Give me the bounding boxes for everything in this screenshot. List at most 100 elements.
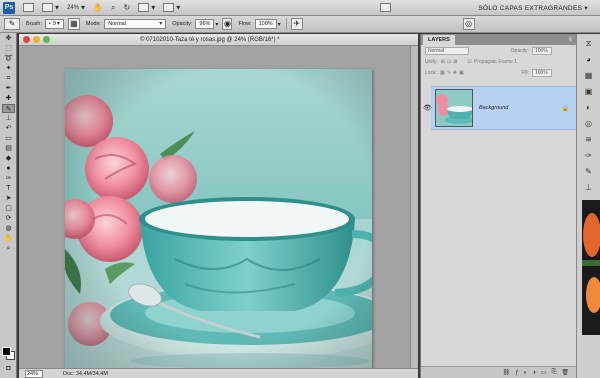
gradient-tool-icon[interactable]: ▤ [2,144,15,153]
flow-slider-toggle[interactable]: ▾ [278,21,281,28]
teacup-roses-photo [65,69,372,374]
add-mask-icon[interactable]: ◐ [524,370,528,376]
document-title-bar[interactable]: © 07102010-Taza té y rosas.jpg @ 24% (RG… [19,34,418,46]
chevron-down-icon: ▾ [151,3,156,12]
panel-menu-icon[interactable]: ≡ [568,35,572,45]
foreground-color-swatch[interactable] [2,347,11,356]
layer-row-background[interactable]: 👁 Background 🔒 [423,86,577,130]
canvas-area[interactable] [19,46,418,374]
options-bar: ✎ Brush: • 9 ▾ ▦ Mode: Normal ▾ Opacity: 96… [0,16,600,33]
chevron-down-icon: ▾ [159,21,163,27]
lasso-tool-icon[interactable]: ➰ [2,54,15,63]
layers-panel-footer: ⛓ ƒ ◐ ◑ ▭ ⎘ 🗑 [421,366,577,378]
move-tool-icon[interactable]: ✥ [2,34,15,43]
unify-style-icon[interactable]: ⊠ [453,59,457,65]
document-window: © 07102010-Taza té y rosas.jpg @ 24% (RG… [19,34,418,378]
tool-preset-picker[interactable]: ✎ [4,18,20,30]
chevron-down-icon: ▾ [56,21,60,27]
zoom-window-icon[interactable] [43,36,50,43]
healing-brush-tool-icon[interactable]: ✚ [2,94,15,103]
lock-all-icon[interactable]: ▣ [459,70,464,76]
workspace-switcher[interactable]: SÓLO CAPAS EXTRAGRANDES ▾ [478,4,588,12]
eye-icon[interactable]: 👁 [423,104,432,112]
lock-image-icon[interactable]: ✎ [447,70,451,76]
status-zoom-field[interactable]: 24% [25,369,43,378]
3d-orbit-tool-icon[interactable]: ◍ [2,224,15,233]
history-brush-tool-icon[interactable]: ↶ [2,124,15,133]
new-layer-icon[interactable]: ⎘ [552,369,557,376]
view-extras-button[interactable]: ▾ [42,3,59,12]
arrange-documents-button[interactable]: ▾ [138,3,155,12]
fill-input[interactable]: 100% [532,68,552,77]
tablet-pressure-opacity-button[interactable]: ◉ [222,18,233,30]
adjustment-layer-icon[interactable]: ◑ [532,370,536,376]
unify-position-icon[interactable]: ⊞ [441,59,445,65]
blend-mode-select[interactable]: Normal [425,46,469,55]
hand-tool-icon[interactable]: ✋ [2,234,15,243]
clone-source-icon[interactable]: ⊥ [583,182,595,194]
swatches-panel-icon[interactable]: ▦ [583,70,595,82]
layer-opacity-input[interactable]: 100% [532,46,552,55]
color-panel-icon[interactable]: ◕ [583,54,595,66]
bridge-button[interactable] [23,3,34,12]
pen-tool-icon[interactable]: ✑ [2,174,15,183]
pressure-size-icon: ◎ [465,19,473,28]
mode-select[interactable]: Normal ▾ [104,19,167,29]
path-selection-tool-icon[interactable]: ➤ [2,194,15,203]
airbrush-button[interactable]: ✈ [290,18,303,30]
quick-selection-tool-icon[interactable]: ✦ [2,64,15,73]
lock-label: Lock: [425,69,437,76]
shape-tool-icon[interactable]: ▢ [2,204,15,213]
blur-tool-icon[interactable]: ◆ [2,154,15,163]
paths-panel-icon[interactable]: ✑ [583,150,595,162]
history-panel-icon[interactable]: ⧖ [583,38,595,50]
document-image[interactable] [65,69,372,374]
zoom-tool-icon[interactable]: ⌕ [2,244,15,253]
marquee-tool-icon[interactable]: ⬚ [2,44,15,53]
close-window-icon[interactable] [23,36,30,43]
type-tool-icon[interactable]: T [2,184,15,193]
mini-bridge-button[interactable] [380,3,392,12]
brush-panel-toggle[interactable]: ▦ [67,18,80,30]
pressure-icon: ◉ [223,19,231,28]
quick-mask-icon[interactable]: ◘ [2,364,15,373]
masks-panel-icon[interactable]: ◎ [583,118,595,130]
zoom-tool-button[interactable]: ⌕ [111,3,115,13]
dodge-tool-icon[interactable]: ● [2,164,15,173]
adjustments-panel-icon[interactable]: ◐ [583,102,595,114]
brush-tool-icon[interactable]: ✎ [2,104,15,113]
lock-position-icon[interactable]: ✥ [453,70,457,76]
3d-rotate-tool-icon[interactable]: ⟳ [2,214,15,223]
vertical-scrollbar[interactable] [410,46,418,368]
blend-mode-value: Normal [428,47,445,54]
brush-presets-icon[interactable]: ✎ [583,166,595,178]
styles-panel-icon[interactable]: ▣ [583,86,595,98]
hand-tool-button[interactable]: ✋ [93,3,103,12]
link-layers-icon[interactable]: ⛓ [503,369,511,376]
brush-size-picker[interactable]: • 9 ▾ [44,19,64,29]
delete-layer-icon[interactable]: 🗑 [561,369,569,376]
propagate-checkbox[interactable]: ☑ [467,59,471,65]
layer-thumbnail-image [436,90,472,126]
tab-layers[interactable]: LAYERS [423,35,455,45]
zoom-level-menu[interactable]: 24% ▾ [67,3,85,12]
magnifier-icon: ⌕ [111,2,116,12]
channels-panel-icon[interactable]: ≋ [583,134,595,146]
lock-transparent-icon[interactable]: ▦ [440,70,445,76]
new-group-icon[interactable]: ▭ [541,369,547,376]
tablet-pressure-size-button[interactable]: ◎ [462,18,475,30]
layer-style-icon[interactable]: ƒ [515,370,518,376]
unify-visibility-icon[interactable]: ⊡ [447,59,451,65]
chevron-down-icon: ▾ [55,3,60,12]
opacity-slider-toggle[interactable]: ▾ [215,21,218,28]
document-size-info[interactable]: Doc: 34,4M/34,4M [63,371,108,377]
flow-input[interactable]: 100% [254,19,277,29]
minimize-window-icon[interactable] [33,36,40,43]
screen-mode-button[interactable]: ▾ [163,3,180,12]
eyedropper-tool-icon[interactable]: ✒ [2,84,15,93]
eraser-tool-icon[interactable]: ▭ [2,134,15,143]
crop-tool-icon[interactable]: ⌗ [2,74,15,83]
rotate-view-button[interactable]: ↻ [124,3,131,12]
clone-stamp-tool-icon[interactable]: ⊥ [2,114,15,123]
opacity-input[interactable]: 96% [195,19,215,29]
